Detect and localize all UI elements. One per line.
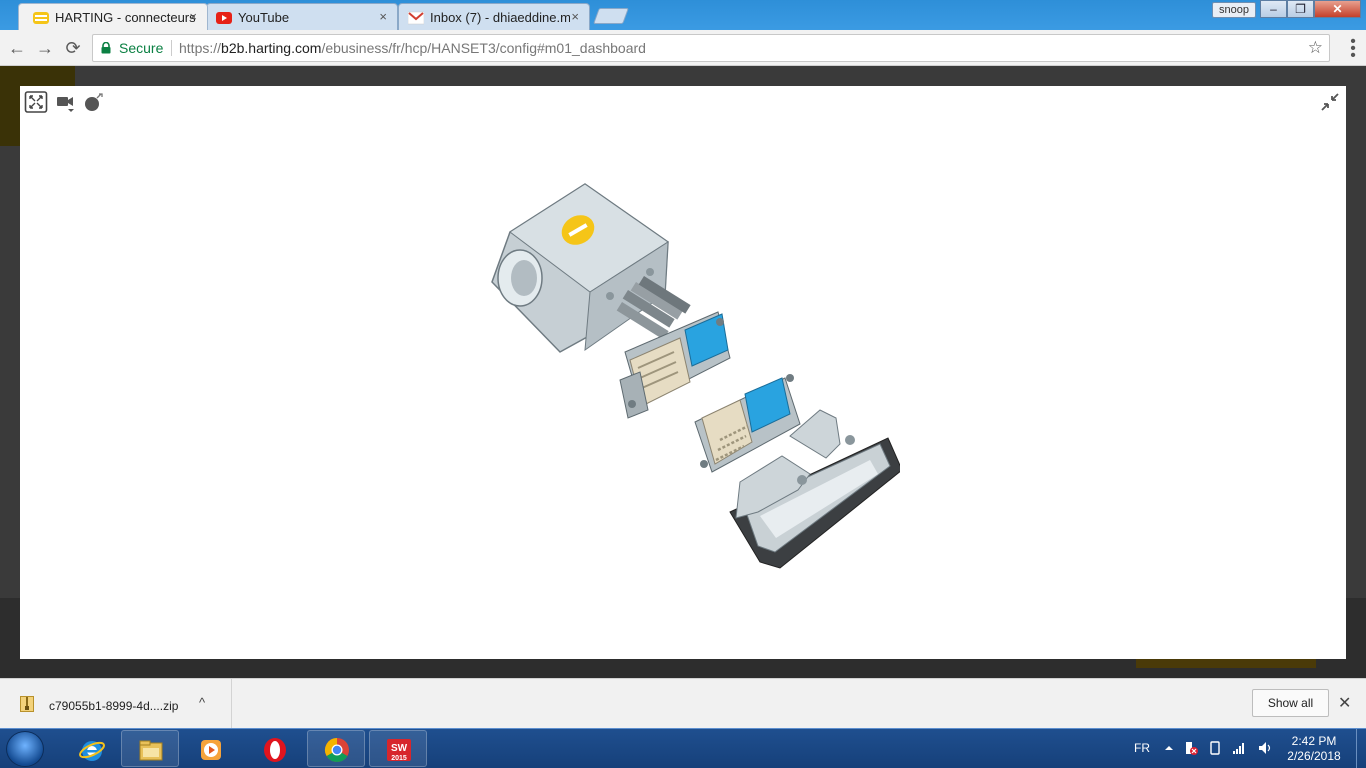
solidworks-icon: SW 2015 (387, 739, 411, 762)
taskbar-opera[interactable] (245, 730, 303, 767)
address-bar[interactable]: Secure https://b2b.harting.com/ebusiness… (92, 34, 1330, 62)
connector-hood (491, 183, 669, 353)
action-center-icon[interactable] (1184, 741, 1198, 755)
download-file-name: c79055b1-8999-4d....zip (49, 699, 179, 713)
start-button[interactable] (6, 731, 44, 767)
clock-time: 2:42 PM (1291, 734, 1337, 748)
show-all-button[interactable]: Show all (1252, 689, 1329, 717)
reload-button[interactable]: ⟳ (62, 38, 84, 58)
taskbar-solidworks[interactable]: SW 2015 (369, 730, 427, 767)
collapse-icon[interactable] (1318, 91, 1342, 113)
maximize-button[interactable]: ❐ (1287, 0, 1314, 18)
show-hidden-icons-icon[interactable] (1162, 741, 1176, 755)
secure-label: Secure (119, 40, 164, 56)
url-text[interactable]: https://b2b.harting.com/ebusiness/fr/hcp… (179, 35, 646, 61)
tab-label: HARTING - connecteurs (55, 10, 195, 25)
youtube-icon (216, 12, 232, 24)
explorer-icon (139, 740, 163, 761)
fit-view-icon[interactable] (24, 91, 48, 113)
tab-harting[interactable]: HARTING - connecteurs × (18, 3, 208, 30)
connector-3d-model[interactable] (490, 182, 900, 577)
tab-label: Inbox (7) - dhiaeddine.m (430, 10, 570, 25)
taskbar-chrome[interactable] (307, 730, 365, 767)
url-path: /ebusiness/fr/hcp/HANSET3/config#m01_das… (321, 40, 646, 56)
close-download-bar-icon[interactable]: ✕ (1338, 693, 1351, 713)
tab-label: YouTube (238, 10, 290, 25)
forward-button[interactable]: → (34, 38, 56, 58)
system-clock[interactable]: 2:42 PM 2/26/2018 (1282, 734, 1346, 764)
chrome-menu-icon[interactable]: • • • (1346, 34, 1360, 64)
chevron-up-icon[interactable]: ^ (199, 695, 205, 710)
address-divider (171, 40, 172, 56)
new-tab-button[interactable] (593, 8, 629, 24)
explode-icon[interactable] (82, 91, 106, 113)
3d-viewer[interactable] (20, 86, 1346, 659)
taskbar-media-player[interactable] (181, 730, 239, 767)
harting-icon (33, 12, 49, 24)
tab-close-icon[interactable]: × (189, 9, 197, 24)
clock-date: 2/26/2018 (1287, 749, 1341, 763)
network-signal-icon[interactable] (1232, 741, 1246, 755)
device-icon[interactable] (1208, 741, 1222, 755)
tab-close-icon[interactable]: × (379, 9, 387, 24)
volume-icon[interactable] (1258, 741, 1272, 755)
taskbar-explorer[interactable] (121, 730, 179, 767)
url-scheme: https:// (179, 40, 222, 56)
language-indicator[interactable]: FR (1134, 741, 1150, 755)
minimize-button[interactable]: – (1260, 0, 1287, 18)
system-tray: FR 2:42 PM 2/26/2018 (1130, 729, 1366, 768)
taskbar-ie[interactable] (62, 730, 120, 767)
gmail-icon (408, 11, 424, 25)
camera-icon[interactable] (54, 91, 78, 113)
tab-close-icon[interactable]: × (571, 9, 579, 24)
browser-toolbar: ← → ⟳ Secure https://b2b.harting.com/ebu… (0, 30, 1366, 66)
close-window-button[interactable]: ✕ (1314, 0, 1361, 18)
download-item[interactable]: c79055b1-8999-4d....zip ^ (0, 679, 232, 729)
svg-text:SW: SW (391, 743, 408, 754)
tab-youtube[interactable]: YouTube × (206, 3, 398, 30)
upper-insert (619, 311, 731, 419)
media-player-icon (201, 740, 221, 760)
windows-taskbar: SW 2015 FR 2:42 PM 2/26/2018 (0, 728, 1366, 768)
tab-strip: HARTING - connecteurs × YouTube × Inbox … (0, 0, 1366, 30)
profile-button[interactable]: snoop (1212, 2, 1256, 18)
opera-icon (264, 738, 286, 762)
bookmark-star-icon[interactable]: ☆ (1308, 35, 1323, 61)
back-button[interactable]: ← (6, 38, 28, 58)
url-host: b2b.harting.com (221, 40, 322, 56)
ie-icon (79, 741, 105, 761)
tab-gmail[interactable]: Inbox (7) - dhiaeddine.m × (398, 3, 590, 30)
chrome-icon (324, 738, 349, 763)
download-bar: c79055b1-8999-4d....zip ^ Show all ✕ (0, 678, 1366, 729)
show-desktop-button[interactable] (1356, 729, 1366, 768)
zip-file-icon (20, 696, 34, 712)
lock-icon (101, 42, 111, 54)
solidworks-badge: 2015 (391, 755, 407, 762)
